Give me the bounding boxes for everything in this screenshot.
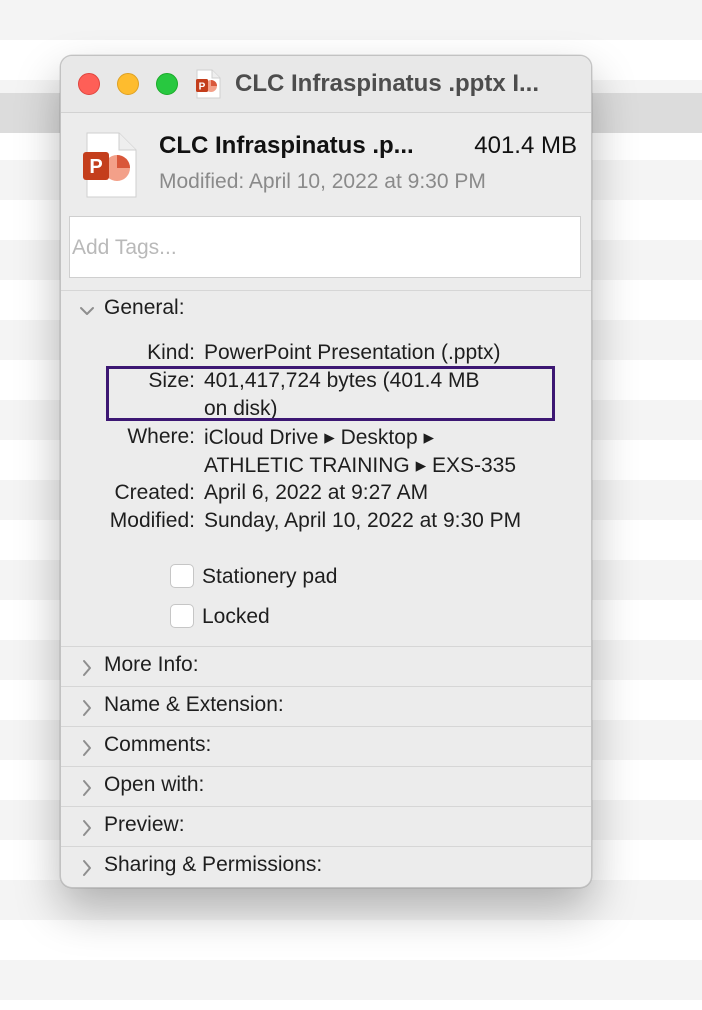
divider (61, 766, 591, 767)
divider (61, 806, 591, 807)
section-sharing-permissions-label: Sharing & Permissions: (104, 853, 323, 876)
chevron-down-icon (80, 307, 94, 315)
divider (61, 686, 591, 687)
created-value: April 6, 2022 at 9:27 AM (204, 481, 429, 504)
where-label: Where: (127, 425, 195, 448)
minimize-button[interactable] (117, 73, 139, 95)
close-button[interactable] (78, 73, 100, 95)
section-preview-header[interactable]: Preview: (61, 811, 591, 849)
section-comments-header[interactable]: Comments: (61, 731, 591, 769)
size-highlight-annotation (106, 366, 555, 421)
kind-value: PowerPoint Presentation (.pptx) (204, 341, 501, 364)
divider (61, 290, 591, 291)
section-name-extension-label: Name & Extension: (104, 693, 284, 716)
get-info-window: P CLC Infraspinatus .pptx I... P CLC Inf… (60, 55, 592, 888)
title-bar[interactable]: P CLC Infraspinatus .pptx I... (61, 56, 591, 113)
section-open-with-header[interactable]: Open with: (61, 771, 591, 809)
svg-text:P: P (199, 82, 206, 93)
section-sharing-permissions-header[interactable]: Sharing & Permissions: (61, 851, 591, 887)
chevron-right-icon (83, 740, 91, 756)
where-value: iCloud Drive ▸ Desktop ▸ (204, 426, 434, 449)
locked-label: Locked (202, 605, 270, 628)
where-value-continued: ATHLETIC TRAINING ▸ EXS-335 (204, 454, 517, 477)
tags-input[interactable] (69, 216, 581, 278)
chevron-right-icon (83, 860, 91, 876)
chevron-right-icon (83, 820, 91, 836)
kind-label: Kind: (147, 341, 195, 364)
section-more-info-label: More Info: (104, 653, 199, 676)
section-preview-label: Preview: (104, 813, 185, 836)
section-general-header[interactable]: General: (61, 294, 591, 332)
powerpoint-file-icon: P (196, 69, 221, 99)
file-name: CLC Infraspinatus .p... (159, 132, 414, 159)
chevron-right-icon (83, 660, 91, 676)
chevron-right-icon (83, 700, 91, 716)
section-comments-label: Comments: (104, 733, 212, 756)
svg-text:P: P (89, 156, 102, 178)
file-modified-date: Modified: April 10, 2022 at 9:30 PM (159, 170, 486, 193)
chevron-right-icon (83, 780, 91, 796)
file-size: 401.4 MB (474, 132, 577, 159)
locked-checkbox[interactable] (170, 604, 194, 628)
stationery-pad-checkbox[interactable] (170, 564, 194, 588)
section-name-extension-header[interactable]: Name & Extension: (61, 691, 591, 729)
created-label: Created: (114, 481, 195, 504)
modified-value: Sunday, April 10, 2022 at 9:30 PM (204, 509, 522, 532)
powerpoint-file-icon: P (83, 132, 137, 198)
section-open-with-label: Open with: (104, 773, 205, 796)
window-title: CLC Infraspinatus .pptx I... (235, 70, 540, 97)
divider (61, 846, 591, 847)
divider (61, 726, 591, 727)
divider (61, 646, 591, 647)
section-more-info-header[interactable]: More Info: (61, 651, 591, 689)
modified-label: Modified: (109, 509, 195, 532)
zoom-button[interactable] (156, 73, 178, 95)
stationery-pad-label: Stationery pad (202, 565, 338, 588)
section-general-label: General: (104, 296, 185, 319)
